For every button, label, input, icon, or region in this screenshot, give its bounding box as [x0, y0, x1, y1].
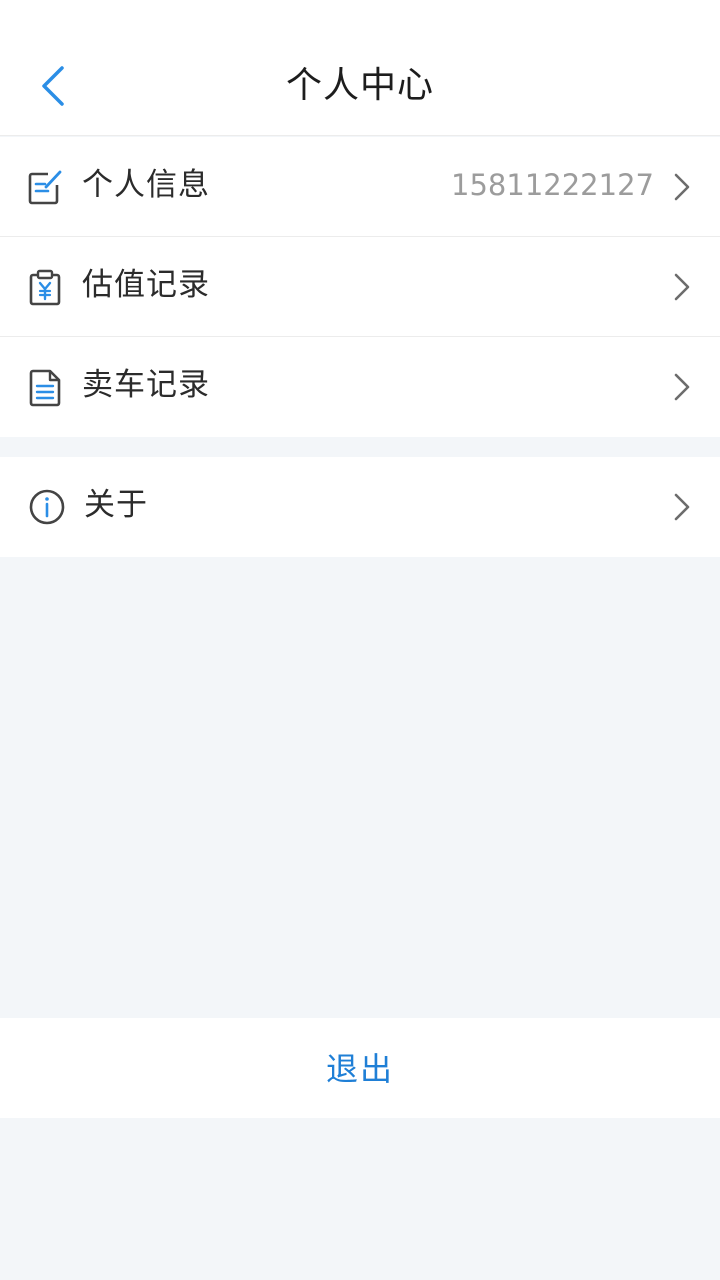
menu-item-label: 卖车记录: [82, 367, 210, 403]
document-list-icon: [29, 369, 61, 407]
menu-group-about: 关于: [0, 457, 720, 557]
chevron-right-icon: [674, 173, 690, 201]
menu-item-about[interactable]: 关于: [0, 457, 720, 557]
logout-button[interactable]: 退出: [0, 1018, 720, 1118]
top-bar: 个人中心: [0, 0, 720, 136]
edit-document-icon: [28, 170, 62, 205]
page-title: 个人中心: [285, 65, 434, 106]
menu-item-label: 关于: [84, 487, 148, 523]
menu-item-personal-info[interactable]: 个人信息 15811222127: [0, 137, 720, 237]
menu-group-main: 个人信息 15811222127 估值记录 卖车记录: [0, 137, 720, 437]
clipboard-yen-icon: [29, 269, 61, 306]
personal-center-page: 个人中心 个人信息 15811222127 估值记录 卖车记录 关于 退出: [0, 0, 720, 1280]
menu-item-label: 个人信息: [82, 167, 210, 203]
chevron-right-icon: [674, 373, 690, 401]
chevron-right-icon: [674, 273, 690, 301]
menu-item-valuation-records[interactable]: 估值记录: [0, 237, 720, 337]
info-circle-icon: [29, 489, 65, 525]
logout-label: 退出: [325, 1050, 394, 1088]
phone-number: 15811222127: [451, 168, 654, 202]
menu-item-label: 估值记录: [82, 267, 210, 303]
chevron-right-icon: [674, 493, 690, 521]
menu-item-sale-records[interactable]: 卖车记录: [0, 337, 720, 437]
